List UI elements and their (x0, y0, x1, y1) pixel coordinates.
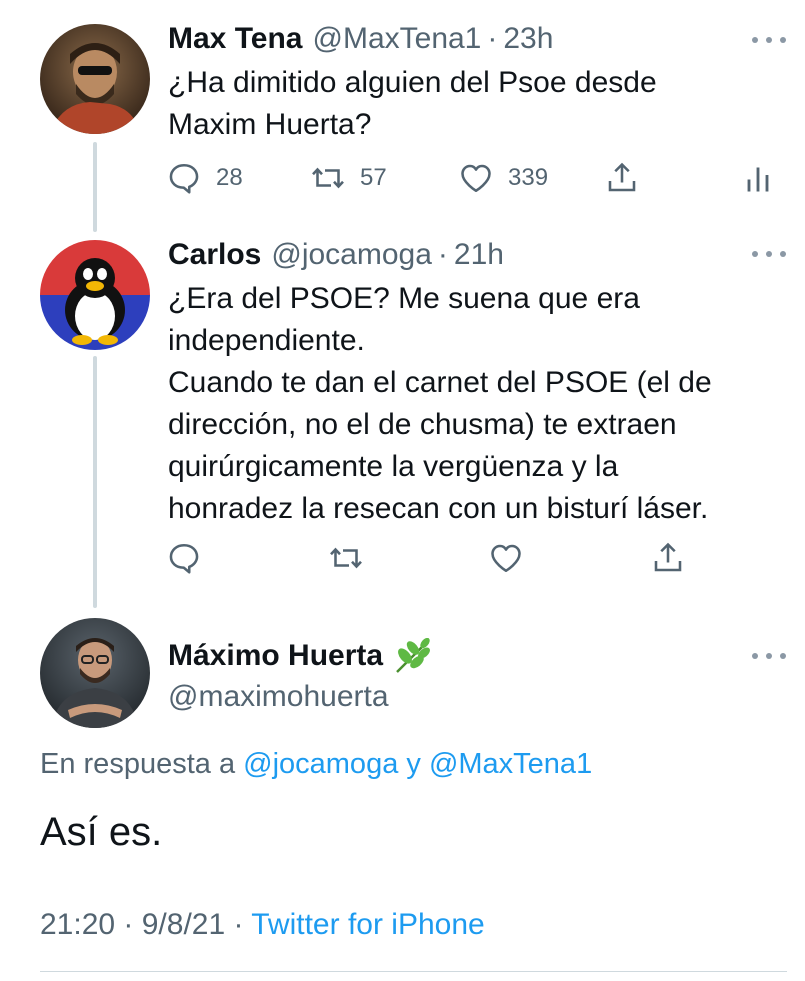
share-button[interactable] (650, 540, 686, 576)
tweet-text: ¿Ha dimitido alguien del Psoe desde Maxi… (168, 66, 657, 141)
timestamp: 21:20 · 9/8/21 · (40, 908, 244, 941)
author-name[interactable]: Máximo Huerta (168, 638, 433, 674)
retweet-button[interactable]: 57 (310, 160, 387, 196)
retweet-icon (312, 167, 344, 189)
tweet-text: Así es. (40, 810, 163, 854)
tweet-meta: 21:20 · 9/8/21 · Twitter for iPhone (40, 908, 485, 942)
reply-icon (169, 163, 199, 194)
share-button[interactable] (604, 160, 640, 196)
separator: · (487, 22, 498, 55)
reply-count: 28 (216, 164, 243, 191)
like-count: 339 (508, 164, 549, 191)
reply-prefix: En respuesta a (40, 748, 236, 780)
separator: · (437, 238, 448, 271)
leaf-icon (396, 638, 431, 673)
timestamp[interactable]: 23h (503, 22, 553, 56)
tweet-header: Carlos @jocamoga · 21h (168, 238, 504, 272)
more-icon[interactable] (752, 30, 786, 50)
source-link[interactable]: Twitter for iPhone (251, 908, 484, 941)
avatar[interactable] (40, 618, 150, 728)
analytics-button[interactable] (740, 160, 776, 196)
timestamp[interactable]: 21h (454, 238, 504, 272)
reply-icon (169, 543, 199, 574)
share-icon (654, 542, 682, 572)
retweet-count: 57 (360, 164, 387, 191)
display-name[interactable]: Máximo Huerta (168, 639, 383, 673)
user-handle[interactable]: @jocamoga (271, 238, 432, 272)
analytics-icon (747, 167, 769, 192)
share-icon (608, 162, 636, 192)
like-icon (491, 544, 521, 573)
user-handle[interactable]: @maximohuerta (168, 680, 389, 714)
divider (40, 971, 787, 972)
avatar[interactable] (40, 240, 150, 350)
more-icon[interactable] (752, 244, 786, 264)
user-handle[interactable]: @MaxTena1 (313, 22, 482, 56)
replying-to: En respuesta a @jocamoga y @MaxTena1 (40, 748, 592, 781)
avatar[interactable] (40, 24, 150, 134)
thread-connector (93, 142, 97, 232)
tweet-header: Max Tena @MaxTena1 · 23h (168, 22, 553, 56)
like-icon (461, 164, 491, 193)
reply-button[interactable] (166, 540, 202, 576)
display-name[interactable]: Carlos (168, 238, 261, 272)
mention-link[interactable]: @MaxTena1 (429, 748, 592, 780)
retweet-icon (330, 547, 362, 569)
like-button[interactable] (488, 540, 524, 576)
thread-connector (93, 356, 97, 608)
reply-joiner: y (406, 748, 421, 780)
more-icon[interactable] (752, 646, 786, 666)
display-name[interactable]: Max Tena (168, 22, 303, 56)
reply-button[interactable]: 28 (166, 160, 243, 196)
like-button[interactable]: 339 (458, 160, 548, 196)
mention-link[interactable]: @jocamoga (243, 748, 398, 780)
retweet-button[interactable] (328, 540, 364, 576)
tweet-text: ¿Era del PSOE? Me suena que era independ… (168, 282, 712, 525)
